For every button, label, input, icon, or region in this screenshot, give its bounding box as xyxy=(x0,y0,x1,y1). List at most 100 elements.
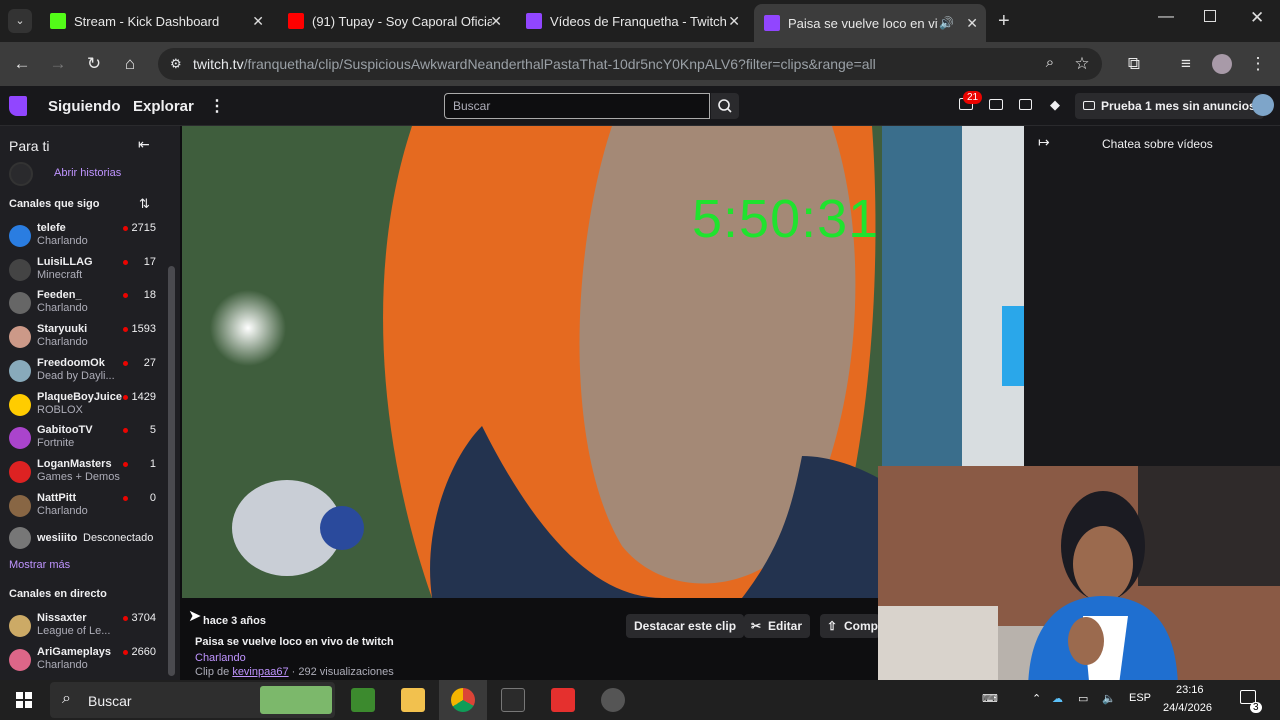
close-icon[interactable]: ✕ xyxy=(728,13,740,30)
followed-channels-heading: Canales que sigo xyxy=(9,198,100,210)
live-indicator xyxy=(123,327,128,333)
sort-icon[interactable]: ⇅ xyxy=(139,196,150,212)
channel-item[interactable]: Staryuuki Charlando 1593 xyxy=(0,321,170,355)
clock-date[interactable]: 24/4/2026 xyxy=(1163,702,1212,714)
chat-bubble-icon[interactable] xyxy=(1019,99,1032,110)
search-button[interactable] xyxy=(711,93,739,119)
close-icon[interactable]: ✕ xyxy=(490,13,502,30)
keyboard-icon[interactable]: ⌨ xyxy=(982,692,998,705)
volume-icon[interactable]: 🔈 xyxy=(1102,692,1116,705)
channel-item-offline[interactable]: wesiiito Desconectado xyxy=(0,522,170,556)
language-indicator[interactable]: ESP xyxy=(1129,692,1151,704)
tab-youtube[interactable]: (91) Tupay - Soy Caporal Oficial ✕ xyxy=(278,6,510,36)
channel-item[interactable]: LoganMasters Games + Demos 1 xyxy=(0,456,170,490)
close-icon[interactable]: ✕ xyxy=(252,13,264,30)
obs-icon[interactable] xyxy=(601,688,625,712)
channel-item[interactable]: Nissaxter League of Le... 3704 xyxy=(0,610,170,644)
back-icon[interactable]: ← xyxy=(12,54,32,74)
media-control-icon[interactable]: ≡ xyxy=(1176,54,1196,74)
channel-category: League of Le... xyxy=(37,625,111,637)
file-explorer-icon[interactable] xyxy=(401,688,425,712)
profile-avatar[interactable] xyxy=(1212,54,1232,74)
forward-icon[interactable]: → xyxy=(48,54,68,74)
tab-kick[interactable]: Stream - Kick Dashboard ✕ xyxy=(40,6,272,36)
tab-twitch-clip[interactable]: Paisa se vuelve loco en vivo 🔊 ✕ xyxy=(754,4,986,42)
twitch-logo[interactable] xyxy=(9,96,27,116)
close-window-button[interactable]: ✕ xyxy=(1250,8,1264,28)
site-info-icon[interactable]: ⚙ xyxy=(170,48,182,80)
channel-name: FreedoomOk xyxy=(37,356,105,369)
channel-item[interactable]: LuisiLLAG Minecraft 17 xyxy=(0,254,170,288)
channel-item[interactable]: NattPitt Charlando 0 xyxy=(0,490,170,524)
channel-category: Charlando xyxy=(37,504,88,517)
ad-free-promo-button[interactable]: Prueba 1 mes sin anuncios xyxy=(1075,93,1264,119)
avatar xyxy=(9,292,31,315)
minimize-button[interactable]: — xyxy=(1158,8,1174,26)
network-icon[interactable]: ▭ xyxy=(1078,692,1088,705)
user-avatar[interactable] xyxy=(1252,94,1274,116)
clipper-link[interactable]: kevinpaa67 xyxy=(232,666,288,678)
address-bar[interactable]: ⚙ twitch.tv/franquetha/clip/SuspiciousAw… xyxy=(158,48,1102,80)
tab-title: Stream - Kick Dashboard xyxy=(74,13,220,29)
channel-name: NattPitt xyxy=(37,491,77,504)
channel-item[interactable]: GabitooTV Fortnite 5 xyxy=(0,422,170,456)
whispers-icon[interactable] xyxy=(989,99,1003,110)
restore-button[interactable] xyxy=(1204,10,1216,22)
nav-following[interactable]: Siguiendo xyxy=(48,98,121,115)
windows-start-icon[interactable] xyxy=(16,692,32,708)
live-channels-heading: Canales en directo xyxy=(9,588,107,600)
channel-category: Minecraft xyxy=(37,268,83,281)
open-stories-link[interactable]: Abrir historias xyxy=(54,167,121,179)
chrome-icon[interactable] xyxy=(439,680,487,720)
home-icon[interactable]: ⌂ xyxy=(120,54,140,74)
avatar xyxy=(9,494,31,517)
reload-icon[interactable]: ↻ xyxy=(84,54,104,74)
wps-icon[interactable] xyxy=(551,688,575,712)
tab-twitch-videos[interactable]: Vídeos de Franquetha - Twitch ✕ xyxy=(516,6,748,36)
search-input[interactable]: Buscar xyxy=(444,93,710,119)
bookmark-star-icon[interactable]: ☆ xyxy=(1072,54,1092,74)
share-icon: ⇧ xyxy=(827,619,838,633)
viewer-count: 17 xyxy=(143,255,156,268)
tab-list-button[interactable]: ⌄ xyxy=(8,9,32,33)
taskbar-search[interactable]: ⌕ Buscar xyxy=(50,682,335,718)
more-icon[interactable]: ⋮ xyxy=(209,96,225,116)
share-button[interactable]: ⇧ Compa xyxy=(820,614,880,638)
new-tab-button[interactable]: + xyxy=(998,10,1010,33)
edit-button[interactable]: ✂ Editar xyxy=(744,614,811,638)
viewer-count: 2715 xyxy=(131,222,156,234)
close-icon[interactable]: ✕ xyxy=(966,15,978,32)
channel-item[interactable]: telefe Charlando 2715 xyxy=(0,220,170,254)
zoom-icon[interactable]: ⌕ xyxy=(1040,54,1060,71)
show-more-link[interactable]: Mostrar más xyxy=(9,559,70,571)
epic-games-icon[interactable] xyxy=(501,688,525,712)
clock-time[interactable]: 23:16 xyxy=(1176,684,1204,696)
viewer-count: 0 xyxy=(149,491,156,504)
clip-category-link[interactable]: Charlando xyxy=(195,652,246,664)
show-hidden-icons[interactable]: ⌃ xyxy=(1032,692,1041,705)
collapse-sidebar-icon[interactable]: ⇤ xyxy=(138,136,150,153)
clip-title: Paisa se vuelve loco en vivo de twitch xyxy=(195,636,394,648)
channel-item[interactable]: AriGameplays Charlando 2660 xyxy=(0,644,170,678)
live-indicator xyxy=(123,616,128,621)
speaker-icon[interactable]: 🔊 xyxy=(939,16,954,30)
extensions-icon[interactable]: ⧉ xyxy=(1124,54,1144,74)
share-label: Compa xyxy=(844,619,880,633)
minecraft-icon[interactable] xyxy=(351,688,375,712)
expand-chat-icon[interactable]: ↦ xyxy=(1038,134,1050,151)
live-indicator xyxy=(123,394,128,400)
channel-item[interactable]: FreedoomOk Dead by Dayli... 27 xyxy=(0,355,170,389)
menu-icon[interactable]: ⋮ xyxy=(1248,54,1268,74)
clip-age: hace 3 años xyxy=(203,615,266,627)
feature-clip-button[interactable]: Destacar este clip xyxy=(626,614,745,638)
youtube-icon xyxy=(288,13,304,29)
onedrive-icon[interactable]: ☁ xyxy=(1052,692,1063,705)
browser-tab-strip: ⌄ Stream - Kick Dashboard ✕ (91) Tupay -… xyxy=(0,0,1280,42)
channel-item[interactable]: Feeden_ Charlando 18 xyxy=(0,287,170,321)
stories-avatar[interactable] xyxy=(9,162,33,186)
bits-icon[interactable]: ◆ xyxy=(1050,97,1060,113)
nav-explore[interactable]: Explorar xyxy=(133,98,194,115)
avatar xyxy=(9,648,31,671)
sidebar-scrollbar[interactable] xyxy=(168,266,175,676)
channel-item[interactable]: PlaqueBoyJuice ROBLOX 1429 xyxy=(0,389,170,423)
